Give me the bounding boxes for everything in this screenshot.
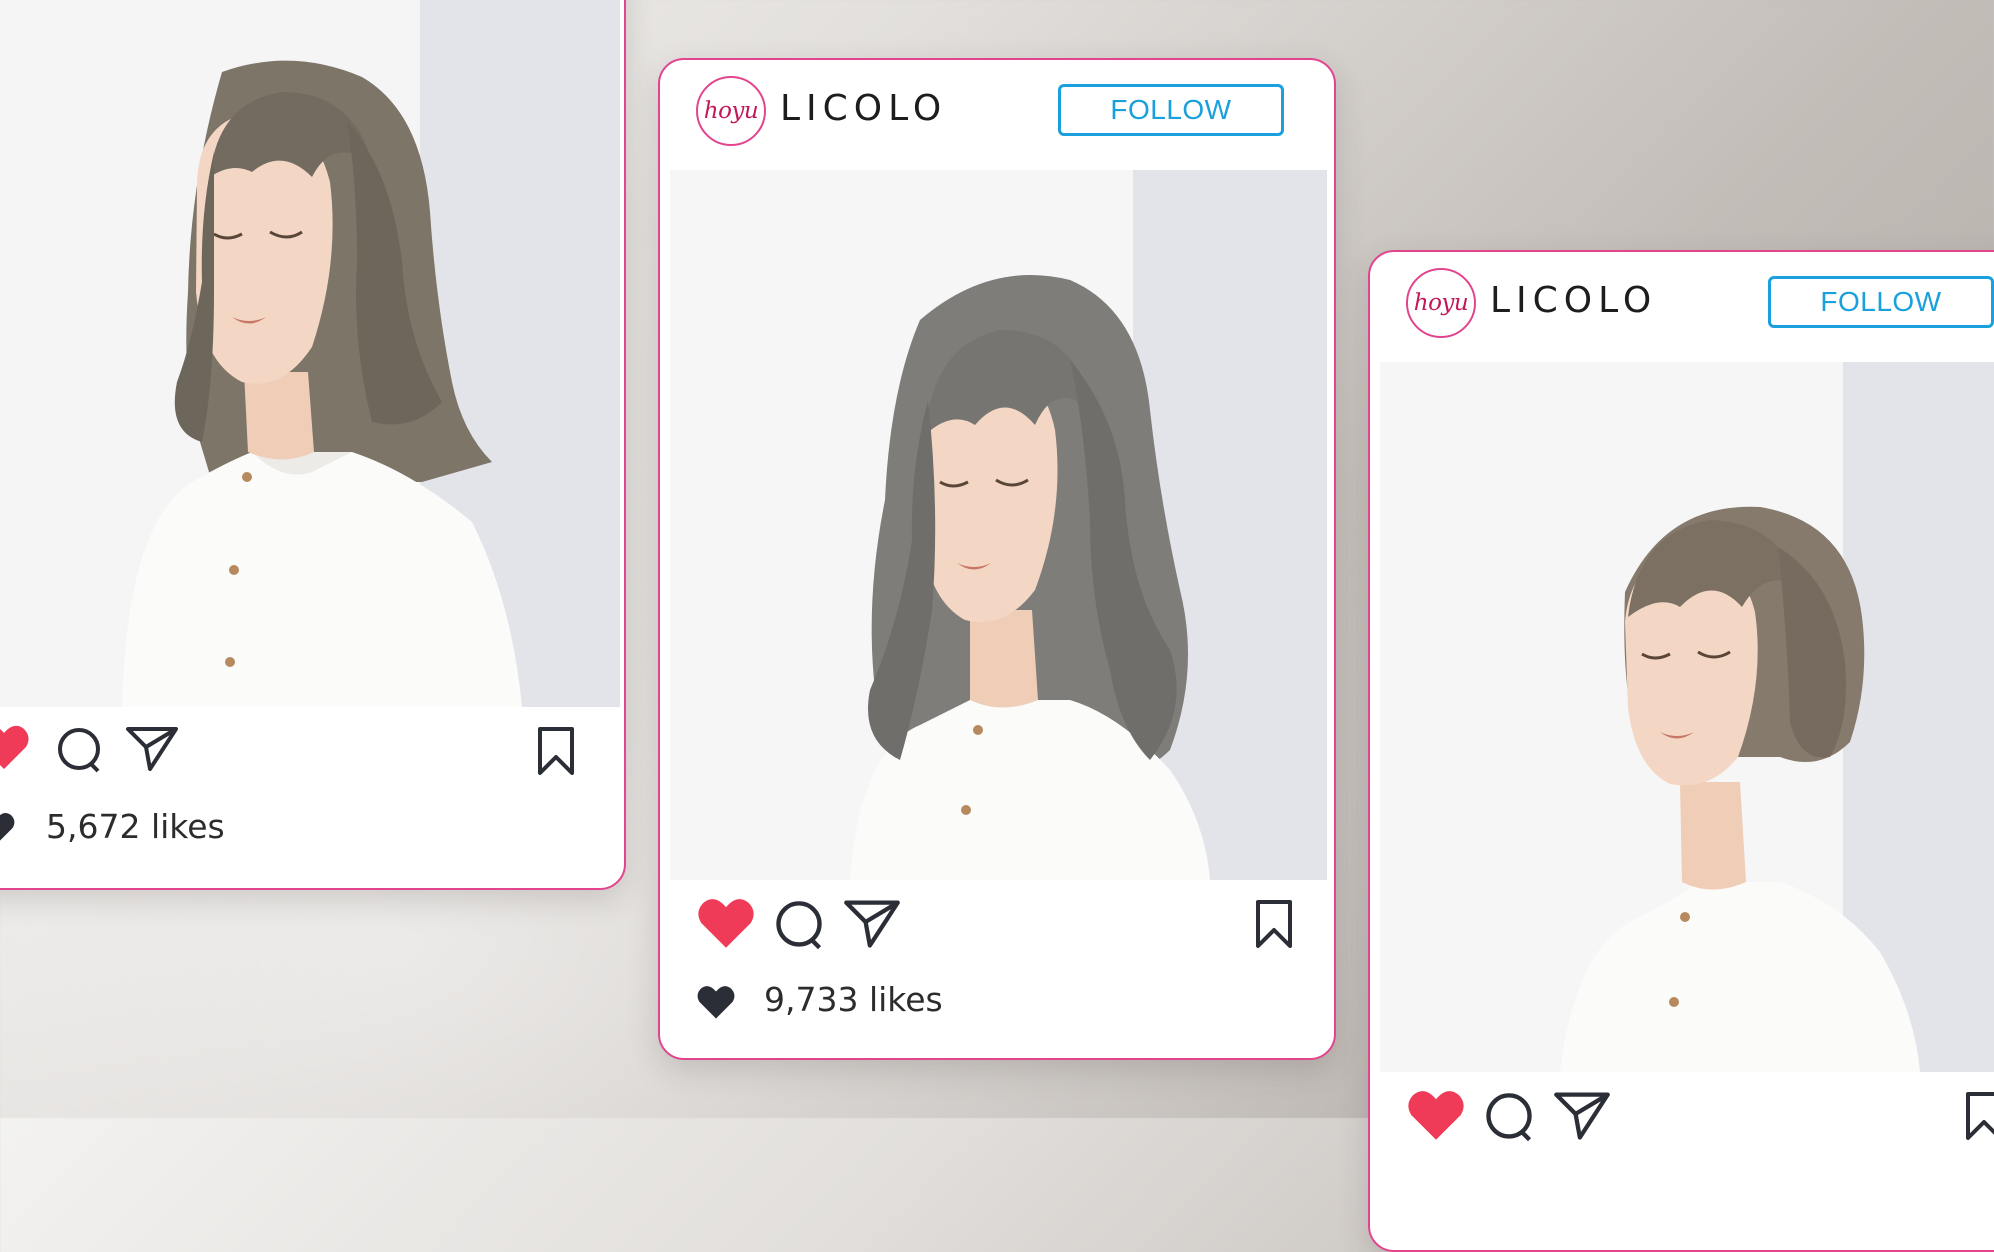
heart-icon[interactable]: [0, 723, 30, 771]
hoyu-logo[interactable]: hoyu: [696, 76, 766, 146]
likes-count: 5,672 likes: [46, 807, 225, 846]
brand-name[interactable]: LICOLO: [780, 88, 947, 129]
hoyu-logo[interactable]: hoyu: [1406, 268, 1476, 338]
post-photo[interactable]: [0, 0, 620, 707]
bookmark-icon[interactable]: [536, 725, 576, 777]
comment-icon[interactable]: [54, 725, 104, 775]
likes-row: 9,733 likes: [660, 978, 1334, 1028]
send-icon[interactable]: [124, 723, 180, 773]
post-photo[interactable]: [670, 170, 1327, 880]
likes-row: 5,672 likes: [0, 805, 624, 855]
heart-icon[interactable]: [1406, 1088, 1466, 1142]
comment-icon[interactable]: [1482, 1090, 1536, 1144]
action-bar: [0, 719, 624, 799]
post-header: hoyu LICOLO FOLLOW: [1370, 252, 1994, 362]
small-heart-icon: [697, 986, 735, 1019]
heart-icon[interactable]: [696, 896, 756, 950]
brand-name[interactable]: LICOLO: [1490, 280, 1657, 321]
bookmark-icon[interactable]: [1254, 898, 1294, 950]
post-header: hoyu LICOLO FOLLOW: [660, 60, 1334, 170]
send-icon[interactable]: [1552, 1088, 1612, 1142]
post-card-center: hoyu LICOLO FOLLOW 9,733 likes: [658, 58, 1336, 1060]
small-heart-icon: [0, 812, 15, 841]
post-photo[interactable]: [1380, 362, 1994, 1072]
bookmark-icon[interactable]: [1964, 1090, 1994, 1142]
post-card-left: 5,672 likes: [0, 0, 626, 890]
post-card-right: hoyu LICOLO FOLLOW: [1368, 250, 1994, 1252]
portrait-image: [670, 170, 1327, 880]
portrait-image: [0, 0, 620, 707]
follow-button[interactable]: FOLLOW: [1768, 276, 1994, 328]
send-icon[interactable]: [842, 896, 902, 950]
action-bar: [1370, 1084, 1994, 1164]
comment-icon[interactable]: [772, 898, 826, 952]
follow-button[interactable]: FOLLOW: [1058, 84, 1284, 136]
portrait-image: [1380, 362, 1994, 1072]
action-bar: [660, 892, 1334, 972]
likes-count: 9,733 likes: [764, 980, 943, 1019]
